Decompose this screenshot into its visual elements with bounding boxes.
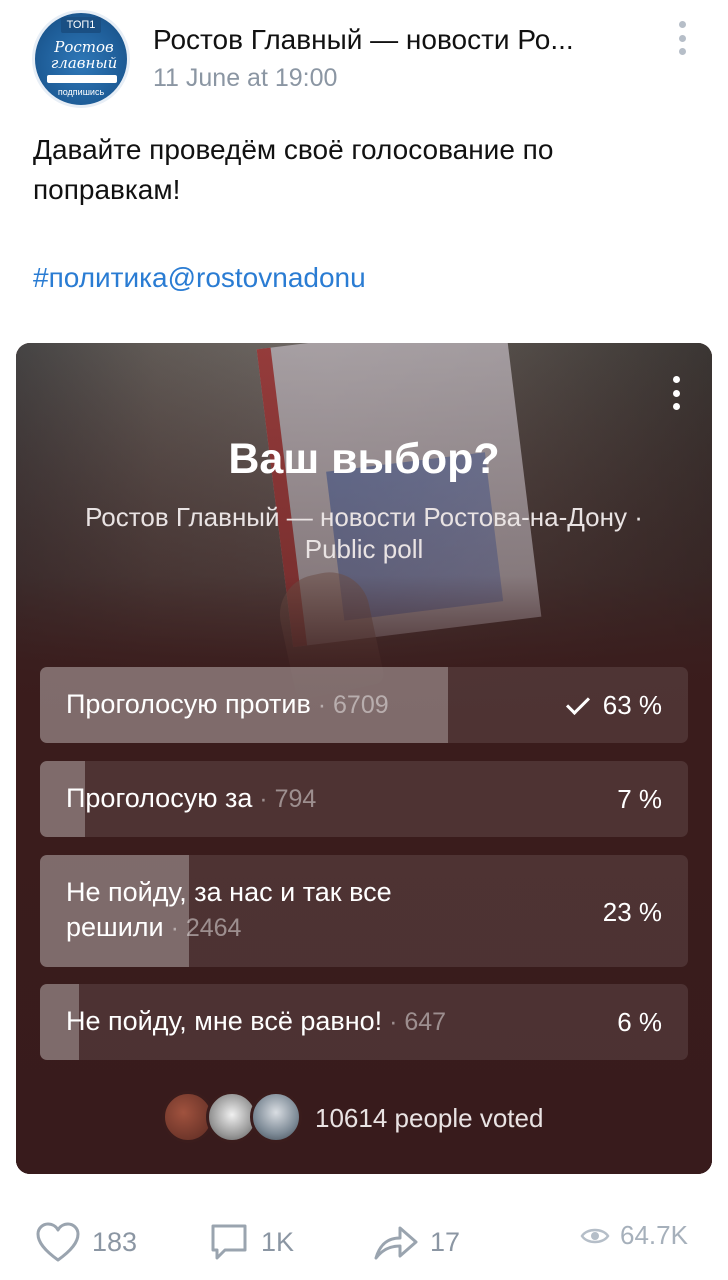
poll-card: Ваш выбор? Ростов Главный — новости Рост… <box>16 343 712 1174</box>
post-text: Давайте проведём своё голосование по поп… <box>33 134 554 205</box>
share-count: 17 <box>430 1226 461 1257</box>
post-header: ТОП1 Ростов главный подпишись Ростов Гла… <box>0 0 728 120</box>
poll-subtitle: Ростов Главный — новости Ростова-на-Дону… <box>85 502 643 564</box>
avatar-logo: Ростов главный <box>43 39 125 73</box>
avatar-logo-line1: Ростов <box>54 38 114 56</box>
poll-option-4-count: 647 <box>404 1008 447 1036</box>
poll-option-1[interactable]: Проголосую против · 6709 63 % <box>40 667 688 743</box>
poll-title: Ваш выбор? <box>228 435 500 483</box>
share-icon <box>374 1226 418 1260</box>
poll-option-1-text: Проголосую против <box>66 689 311 719</box>
poll-option-2-text: Проголосую за <box>66 783 253 813</box>
like-count: 183 <box>92 1226 138 1257</box>
poll-option-3-percent: 23 % <box>602 897 662 927</box>
post-more-vertical-icon[interactable] <box>672 18 692 58</box>
views-indicator: 64.7K <box>580 1220 688 1251</box>
comment-count: 1K <box>261 1226 295 1257</box>
poll-option-4-text: Не пойду, мне всё равно! <box>66 1006 383 1036</box>
poll-option-2-label: Проголосую за · 794 <box>66 783 317 813</box>
poll-option-1-label: Проголосую против · 6709 <box>66 689 389 719</box>
poll-option-1-percent-value: 63 % <box>602 690 662 720</box>
poll-option-4-percent: 6 % <box>617 1007 662 1037</box>
poll-option-2-count: 794 <box>274 785 317 813</box>
poll-voters[interactable]: 10614 people voted <box>16 1091 712 1147</box>
poll-option-4-label: Не пойду, мне всё равно! · 647 <box>66 1006 447 1036</box>
poll-option-3-count: 2464 <box>185 914 242 942</box>
checkmark-icon <box>565 690 590 716</box>
comment-button[interactable]: 1K <box>207 1220 294 1264</box>
poll-option-2-percent: 7 % <box>617 784 662 814</box>
heart-icon <box>36 1222 80 1262</box>
poll-option-2[interactable]: Проголосую за · 794 7 % <box>40 761 688 837</box>
poll-more-vertical-icon[interactable] <box>666 373 686 413</box>
voted-count-text[interactable]: 10614 people voted <box>315 1103 543 1134</box>
poll-option-3[interactable]: Не пойду, за нас и так все решили · 2464… <box>40 855 688 967</box>
poll-option-3-label: Не пойду, за нас и так все решили · 2464 <box>66 877 392 942</box>
avatar-url-strip <box>47 75 117 83</box>
group-avatar[interactable]: ТОП1 Ростов главный подпишись <box>32 10 130 108</box>
post-actions: 183 1K 17 64.7K <box>0 1200 728 1280</box>
avatar-subscribe-label: подпишись <box>57 87 105 97</box>
group-name[interactable]: Ростов Главный — новости Ро... <box>153 24 623 56</box>
avatar-top-label: ТОП1 <box>61 17 101 33</box>
like-button[interactable]: 183 <box>34 1220 137 1264</box>
voter-avatar <box>250 1091 302 1143</box>
comment-icon <box>211 1224 247 1260</box>
poll-option-1-percent: 63 % <box>565 690 662 721</box>
poll-option-1-count: 6709 <box>333 691 389 719</box>
views-count: 64.7K <box>620 1220 688 1250</box>
poll-option-4[interactable]: Не пойду, мне всё равно! · 647 6 % <box>40 984 688 1060</box>
share-button[interactable]: 17 <box>372 1220 460 1264</box>
eye-icon <box>580 1228 610 1243</box>
hashtag-link[interactable]: #политика@rostovnadonu <box>33 262 366 294</box>
post-date[interactable]: 11 June at 19:00 <box>153 64 337 93</box>
avatar-logo-line2: главный <box>50 54 118 72</box>
